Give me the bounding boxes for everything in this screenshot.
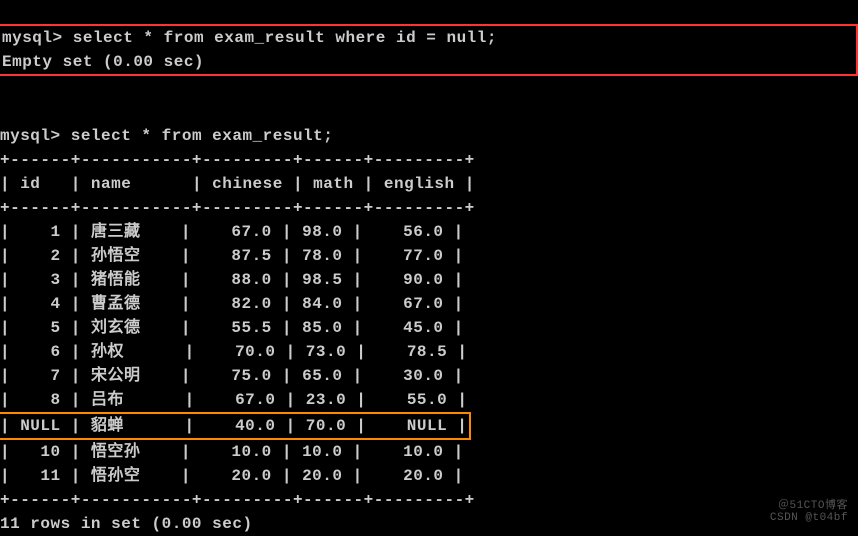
query-1: select * from exam_result where id = nul… xyxy=(73,29,497,47)
cell-math: 73.0 xyxy=(306,343,346,361)
mysql-prompt: mysql> xyxy=(0,127,61,145)
cell-english: 56.0 xyxy=(403,223,443,241)
cell-id: 7 xyxy=(51,367,61,385)
highlight-red-box: mysql> select * from exam_result where i… xyxy=(0,24,858,76)
cell-name: 吕布 xyxy=(91,391,124,409)
cell-english: 55.0 xyxy=(407,391,447,409)
col-name: name xyxy=(91,175,131,193)
watermark-line2: CSDN @t04bf xyxy=(770,512,848,524)
cell-math: 78.0 xyxy=(302,247,342,265)
cell-chinese: 67.0 xyxy=(231,223,271,241)
cell-name: 曹孟德 xyxy=(91,295,141,313)
cell-chinese: 88.0 xyxy=(231,271,271,289)
cell-id: 5 xyxy=(51,319,61,337)
col-id: id xyxy=(20,175,40,193)
cell-name: 宋公明 xyxy=(91,367,141,385)
cell-chinese: 10.0 xyxy=(231,443,271,461)
table-border-mid: +------+-----------+---------+------+---… xyxy=(0,199,475,217)
cell-id: 2 xyxy=(51,247,61,265)
cell-name: 猪悟能 xyxy=(91,271,141,289)
cell-math: 10.0 xyxy=(302,443,342,461)
cell-chinese: 75.0 xyxy=(231,367,271,385)
cell-chinese: 82.0 xyxy=(231,295,271,313)
cell-math: 98.5 xyxy=(302,271,342,289)
cell-math: 84.0 xyxy=(302,295,342,313)
cell-chinese: 20.0 xyxy=(231,467,271,485)
cell-math: 20.0 xyxy=(302,467,342,485)
watermark: ＠51CTO博客 CSDN @t04bf xyxy=(770,500,848,524)
cell-english: 77.0 xyxy=(403,247,443,265)
cell-chinese: 40.0 xyxy=(235,417,275,435)
cell-english: 45.0 xyxy=(403,319,443,337)
cell-id: 6 xyxy=(51,343,61,361)
cell-id: 4 xyxy=(51,295,61,313)
mysql-prompt: mysql> xyxy=(2,29,63,47)
cell-id: 1 xyxy=(51,223,61,241)
cell-id: 11 xyxy=(40,467,60,485)
cell-math: 65.0 xyxy=(302,367,342,385)
terminal-output: mysql> select * from exam_result where i… xyxy=(0,0,858,536)
cell-chinese: 87.5 xyxy=(231,247,271,265)
cell-name: 孙权 xyxy=(91,343,124,361)
table-border-bottom: +------+-----------+---------+------+---… xyxy=(0,491,475,509)
highlight-orange-box: | NULL | 貂蝉 | 40.0 | 70.0 | NULL | xyxy=(0,412,471,440)
watermark-line1: ＠51CTO博客 xyxy=(770,500,848,512)
cell-english: 20.0 xyxy=(403,467,443,485)
cell-name: 悟孙空 xyxy=(91,467,141,485)
cell-id: 8 xyxy=(51,391,61,409)
cell-id: NULL xyxy=(20,417,60,435)
cell-english: 90.0 xyxy=(403,271,443,289)
col-english: english xyxy=(384,175,455,193)
col-math: math xyxy=(313,175,353,193)
result-footer: 11 rows in set (0.00 sec) xyxy=(0,515,253,533)
cell-chinese: 70.0 xyxy=(235,343,275,361)
cell-english: 30.0 xyxy=(403,367,443,385)
cell-name: 孙悟空 xyxy=(91,247,141,265)
cell-chinese: 55.5 xyxy=(231,319,271,337)
cell-id: 3 xyxy=(51,271,61,289)
cell-name: 貂蝉 xyxy=(91,417,124,435)
cell-name: 悟空孙 xyxy=(91,443,141,461)
cell-id: 10 xyxy=(40,443,60,461)
result-1: Empty set (0.00 sec) xyxy=(2,53,204,71)
cell-math: 23.0 xyxy=(306,391,346,409)
cell-math: 85.0 xyxy=(302,319,342,337)
cell-math: 70.0 xyxy=(306,417,346,435)
cell-name: 刘玄德 xyxy=(91,319,141,337)
table-border-top: +------+-----------+---------+------+---… xyxy=(0,151,475,169)
cell-english: 78.5 xyxy=(407,343,447,361)
cell-name: 唐三藏 xyxy=(91,223,141,241)
cell-english: 10.0 xyxy=(403,443,443,461)
cell-math: 98.0 xyxy=(302,223,342,241)
query-2: select * from exam_result; xyxy=(71,127,334,145)
cell-english: 67.0 xyxy=(403,295,443,313)
cell-chinese: 67.0 xyxy=(235,391,275,409)
col-chinese: chinese xyxy=(212,175,283,193)
cell-english: NULL xyxy=(407,417,447,435)
